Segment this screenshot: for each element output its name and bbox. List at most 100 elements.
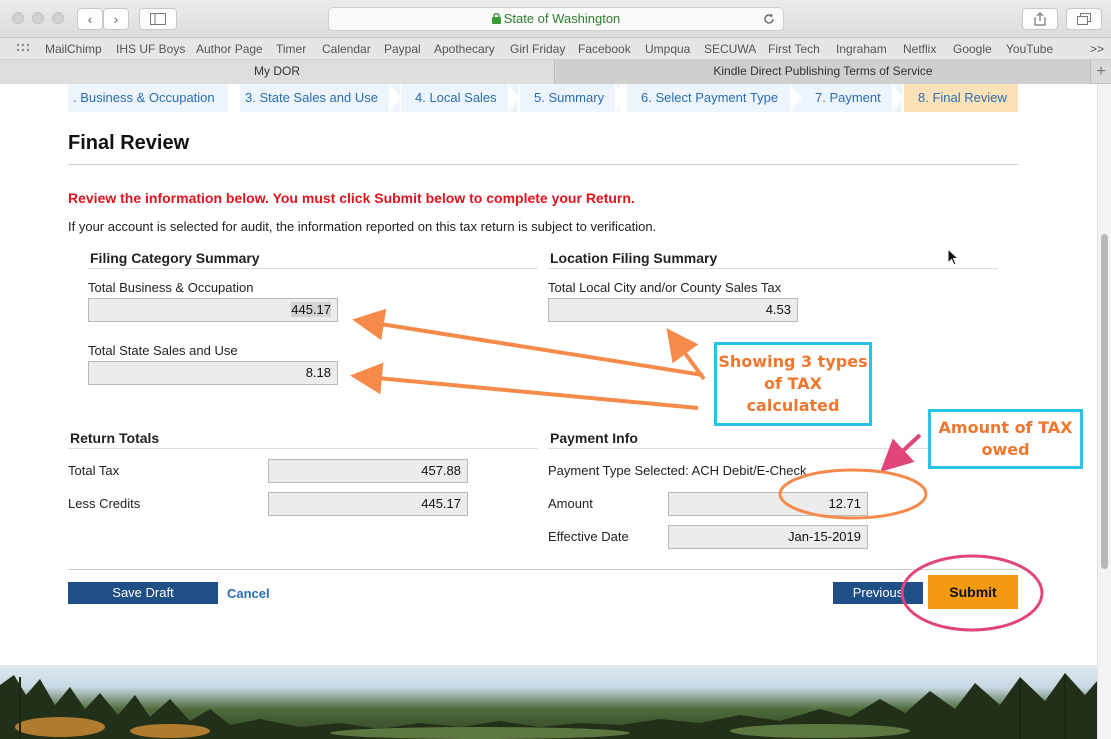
step-label: 8. Final Review	[918, 90, 1007, 105]
save-draft-button[interactable]: Save Draft	[68, 582, 218, 604]
step-summary[interactable]: 5. Summary	[520, 84, 620, 112]
divider	[88, 268, 538, 269]
amount-label: Amount	[548, 496, 593, 511]
bookmarks-overflow[interactable]: >>	[1090, 42, 1104, 56]
bo-label: Total Business & Occupation	[88, 280, 254, 295]
cancel-link[interactable]: Cancel	[227, 586, 270, 601]
scrollbar-thumb[interactable]	[1101, 234, 1108, 569]
chevron-right-icon: ›	[113, 11, 119, 27]
bookmark-item[interactable]: Apothecary	[434, 42, 495, 56]
submit-button[interactable]: Submit	[928, 575, 1018, 609]
effective-date-field: Jan-15-2019	[668, 525, 868, 549]
mouse-cursor-icon	[947, 248, 960, 266]
warning-text: Review the information below. You must c…	[68, 190, 635, 206]
tab-label: Kindle Direct Publishing Terms of Servic…	[713, 64, 933, 78]
total-ssu-field: 8.18	[88, 361, 338, 385]
tab-label: My DOR	[254, 64, 300, 78]
back-button[interactable]: ‹	[77, 8, 103, 30]
effective-date-label: Effective Date	[548, 529, 629, 544]
forest-illustration	[0, 673, 1097, 739]
local-tax-field: 4.53	[548, 298, 798, 322]
divider	[68, 569, 1018, 570]
section-heading: Filing Category Summary	[90, 250, 260, 266]
tab-my-dor[interactable]: My DOR	[0, 60, 555, 84]
bookmark-item[interactable]: First Tech	[768, 42, 820, 56]
bo-value: 445.17	[291, 302, 331, 317]
bookmark-item[interactable]: Author Page	[196, 42, 263, 56]
tabs-overview-icon	[1077, 13, 1091, 25]
bookmark-item[interactable]: IHS UF Boys	[116, 42, 185, 56]
credits-field: 445.17	[268, 492, 468, 516]
previous-button[interactable]: Previous	[833, 582, 923, 604]
tabs-overview-button[interactable]	[1066, 8, 1102, 30]
credits-label: Less Credits	[68, 496, 141, 511]
divider	[548, 268, 998, 269]
step-select-payment-type[interactable]: 6. Select Payment Type	[627, 84, 802, 112]
step-label: 3. State Sales and Use	[245, 90, 378, 105]
bookmark-item[interactable]: Ingraham	[836, 42, 887, 56]
sidebar-button[interactable]	[139, 8, 177, 30]
bookmark-item[interactable]: Girl Friday	[510, 42, 565, 56]
step-label: 7. Payment	[815, 90, 881, 105]
page-title: Final Review	[68, 132, 190, 154]
share-icon	[1034, 12, 1046, 26]
bookmark-item[interactable]: Calendar	[322, 42, 371, 56]
bookmark-item[interactable]: Google	[953, 42, 992, 56]
plus-icon: +	[1096, 63, 1106, 80]
url-text: State of Washington	[503, 11, 621, 26]
chevron-left-icon: ‹	[87, 11, 93, 27]
page-scrollbar[interactable]	[1097, 84, 1111, 739]
forest-banner-image	[0, 665, 1097, 739]
total-bo-field: 445.17	[88, 298, 338, 322]
total-tax-label: Total Tax	[68, 463, 120, 478]
forward-button[interactable]: ›	[103, 8, 129, 30]
bookmark-item[interactable]: Umpqua	[645, 42, 690, 56]
step-label: 4. Local Sales	[415, 90, 497, 105]
step-payment[interactable]: 7. Payment	[802, 84, 902, 112]
lock-icon	[491, 12, 501, 24]
section-heading: Payment Info	[550, 430, 638, 446]
step-separator	[389, 84, 401, 112]
close-window-icon[interactable]	[12, 12, 24, 24]
zoom-window-icon[interactable]	[52, 12, 64, 24]
bookmark-item[interactable]: Netflix	[903, 42, 936, 56]
step-separator	[228, 84, 240, 112]
address-bar[interactable]: State of Washington	[328, 7, 784, 31]
step-final-review[interactable]: 8. Final Review	[904, 84, 1018, 112]
step-business-occupation[interactable]: . Business & Occupation	[68, 84, 228, 112]
section-heading: Return Totals	[70, 430, 160, 446]
total-tax-field: 457.88	[268, 459, 468, 483]
tab-bar: My DOR Kindle Direct Publishing Terms of…	[0, 60, 1111, 84]
bookmark-item[interactable]: MailChimp	[45, 42, 102, 56]
bookmark-item[interactable]: Timer	[276, 42, 306, 56]
bookmark-item[interactable]: YouTube	[1006, 42, 1053, 56]
arrow-to-local	[666, 328, 706, 381]
step-separator	[508, 84, 520, 112]
share-button[interactable]	[1022, 8, 1058, 30]
audit-note: If your account is selected for audit, t…	[68, 219, 657, 234]
minimize-window-icon[interactable]	[32, 12, 44, 24]
ssu-label: Total State Sales and Use	[88, 343, 238, 358]
annotation-amount-owed: Amount of TAX owed	[928, 409, 1083, 469]
step-state-sales-use[interactable]: 3. State Sales and Use	[240, 84, 400, 112]
step-local-sales[interactable]: 4. Local Sales	[401, 84, 518, 112]
sidebar-icon	[150, 13, 166, 25]
local-tax-label: Total Local City and/or County Sales Tax	[548, 280, 782, 295]
divider	[68, 448, 538, 449]
bookmarks-bar: MailChimp IHS UF Boys Author Page Timer …	[0, 38, 1111, 60]
section-heading: Location Filing Summary	[550, 250, 718, 266]
amount-field: 12.71	[668, 492, 868, 516]
new-tab-button[interactable]: +	[1090, 60, 1111, 84]
annotation-three-types: Showing 3 types of TAX calculated	[714, 342, 872, 426]
tab-kindle-terms[interactable]: Kindle Direct Publishing Terms of Servic…	[556, 60, 1090, 84]
page-content: . Business & Occupation 3. State Sales a…	[0, 84, 1097, 739]
reload-icon[interactable]	[763, 13, 775, 25]
bookmark-item[interactable]: SECUWA	[704, 42, 756, 56]
divider	[68, 164, 1018, 165]
step-separator	[790, 84, 802, 112]
browser-toolbar: ‹ › State of Washington	[0, 0, 1111, 38]
bookmark-item[interactable]: Facebook	[578, 42, 631, 56]
grid-icon[interactable]	[16, 43, 30, 55]
bookmark-item[interactable]: Paypal	[384, 42, 421, 56]
arrow-to-bo	[352, 308, 704, 377]
